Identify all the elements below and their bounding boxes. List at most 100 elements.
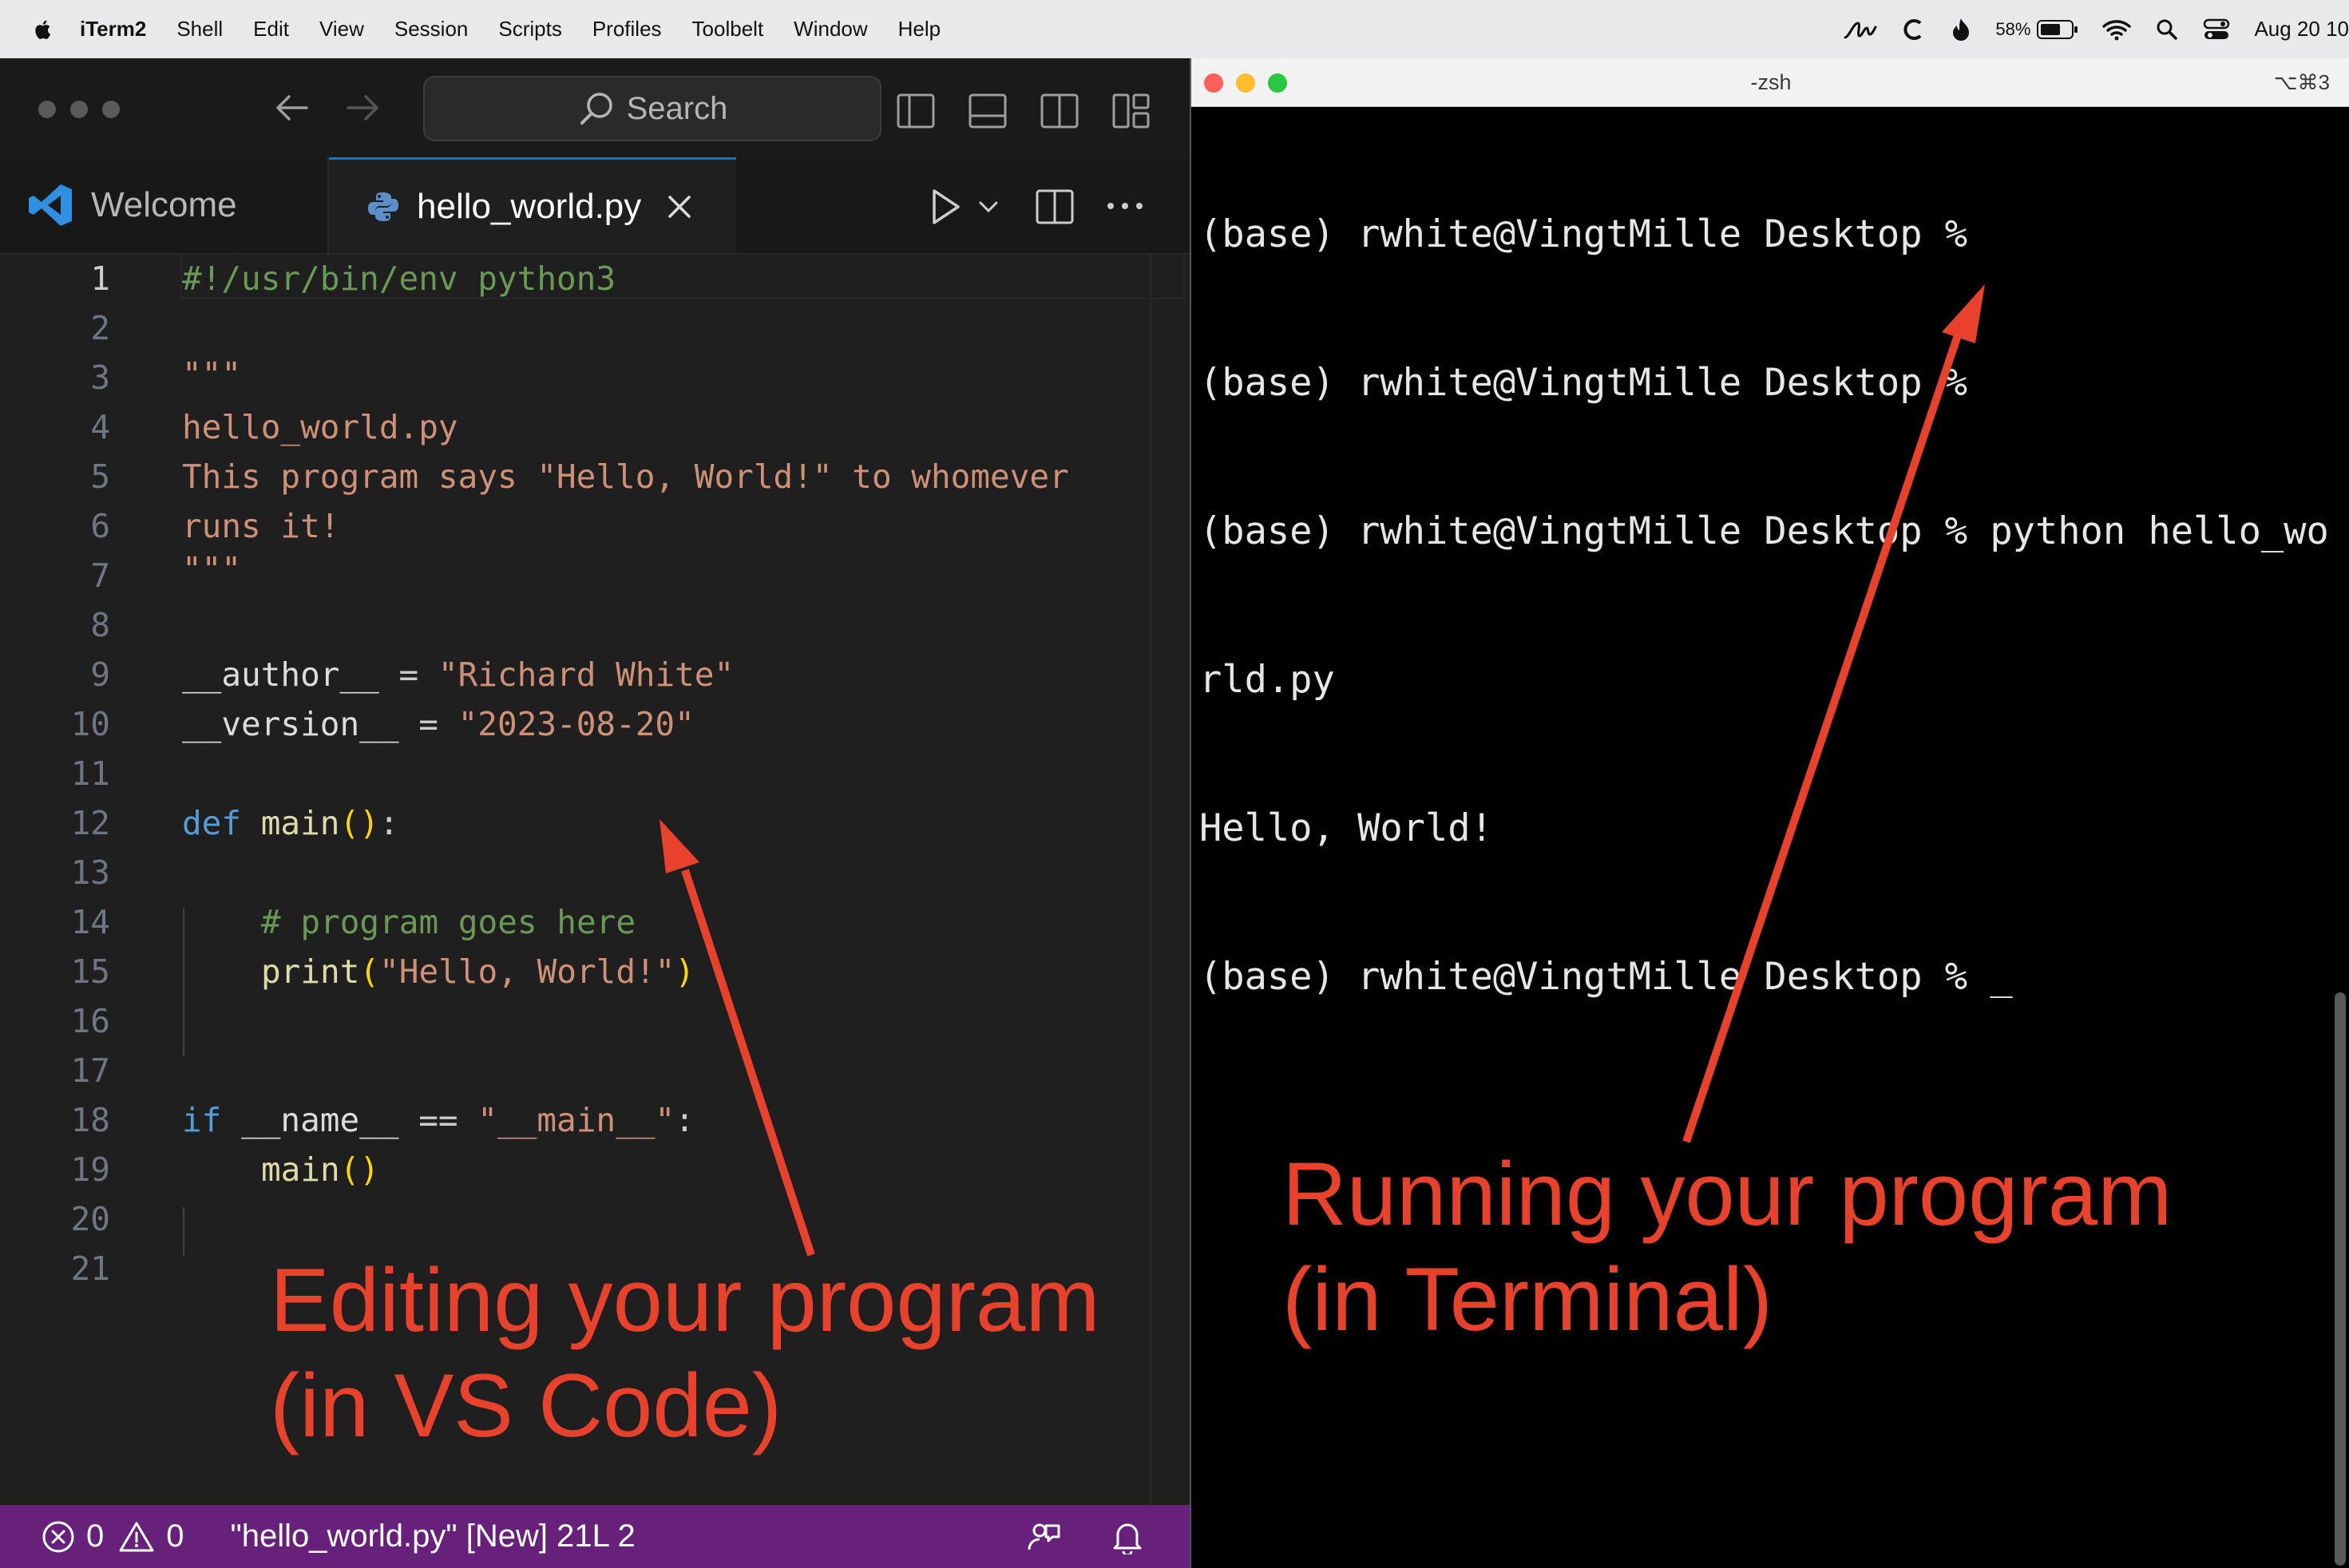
menubar-clock[interactable]: Aug 20 10 bbox=[2254, 17, 2349, 42]
notifications-bell-icon[interactable] bbox=[1111, 1519, 1143, 1554]
keyword: if bbox=[182, 1101, 222, 1139]
operator: == bbox=[398, 1101, 478, 1139]
menu-profiles[interactable]: Profiles bbox=[592, 17, 662, 42]
string-literal: "__main__" bbox=[477, 1101, 675, 1139]
minimize-window-button[interactable] bbox=[70, 101, 88, 118]
function-name: main bbox=[261, 1150, 340, 1189]
code-line: 16 bbox=[0, 996, 1150, 1045]
minimize-window-button[interactable] bbox=[1236, 73, 1255, 93]
line-number: 13 bbox=[70, 853, 110, 892]
warning-count[interactable]: 0 bbox=[166, 1519, 184, 1554]
error-icon[interactable] bbox=[42, 1520, 75, 1554]
string-literal: "Richard White" bbox=[438, 655, 735, 694]
code-line: 6 runs it! bbox=[0, 501, 1150, 550]
menu-bar: iTerm2 Shell Edit View Session Scripts P… bbox=[0, 0, 2349, 58]
run-dropdown-chevron-icon[interactable] bbox=[977, 199, 1000, 215]
more-actions-icon[interactable] bbox=[1105, 200, 1145, 212]
editor-scrollbar[interactable] bbox=[1150, 253, 1190, 1562]
code-text: runs it! bbox=[182, 507, 340, 545]
menu-scripts[interactable]: Scripts bbox=[498, 17, 561, 42]
line-number: 3 bbox=[90, 358, 110, 397]
code-line: 3 """ bbox=[0, 352, 1150, 402]
flame-icon[interactable] bbox=[1951, 17, 1971, 42]
code-text: __version__ = "2023-08-20" bbox=[182, 705, 695, 743]
code-line: 15 print("Hello, World!") bbox=[0, 946, 1150, 996]
command-center-search[interactable]: Search bbox=[423, 76, 881, 141]
parentheses: () bbox=[339, 804, 379, 842]
terminal-titlebar: -zsh ⌥⌘3 bbox=[1191, 58, 2349, 107]
battery-percentage: 58% bbox=[1995, 18, 2031, 39]
line-number: 2 bbox=[90, 309, 110, 347]
code-editor[interactable]: 1 #!/usr/bin/env python3 2 3 """ 4 hello… bbox=[0, 253, 1190, 1562]
apple-logo-icon[interactable] bbox=[30, 17, 56, 42]
c-app-icon[interactable] bbox=[1901, 17, 1927, 42]
code-text: This program says "Hello, World!" to who… bbox=[182, 457, 1069, 496]
code-line: 12 def main(): bbox=[0, 798, 1150, 847]
battery-icon[interactable] bbox=[2037, 19, 2078, 40]
accounts-feedback-icon[interactable] bbox=[1027, 1519, 1062, 1554]
zoom-window-button[interactable] bbox=[1268, 73, 1287, 93]
menu-iterm2[interactable]: iTerm2 bbox=[80, 17, 146, 42]
run-python-file-icon[interactable] bbox=[928, 188, 963, 226]
function-name: print bbox=[261, 952, 360, 991]
parentheses: () bbox=[339, 1150, 380, 1189]
vscode-titlebar: Search bbox=[0, 58, 1190, 159]
string-literal: "2023-08-20" bbox=[458, 705, 695, 743]
forward-arrow-icon[interactable] bbox=[343, 90, 383, 125]
name-variable: __name__ bbox=[241, 1101, 399, 1139]
line-number: 14 bbox=[70, 903, 110, 941]
error-count[interactable]: 0 bbox=[86, 1519, 104, 1554]
function-name: main bbox=[260, 804, 340, 842]
code-text: """ bbox=[182, 355, 242, 394]
line-number: 11 bbox=[70, 754, 110, 793]
operator: = bbox=[378, 655, 438, 694]
close-window-button[interactable] bbox=[38, 101, 56, 118]
toggle-secondary-sidebar-icon[interactable] bbox=[1040, 92, 1079, 130]
code-line: 14 # program goes here bbox=[0, 897, 1150, 946]
code-text: #!/usr/bin/env python3 bbox=[182, 259, 616, 298]
menu-shell[interactable]: Shell bbox=[176, 17, 223, 42]
line-number: 20 bbox=[70, 1200, 110, 1238]
code-line: 4 hello_world.py bbox=[0, 402, 1150, 451]
close-tab-icon[interactable] bbox=[665, 192, 694, 221]
menu-window[interactable]: Window bbox=[794, 17, 867, 42]
zoom-window-button[interactable] bbox=[102, 101, 120, 118]
menu-view[interactable]: View bbox=[319, 17, 364, 42]
status-bar: 0 0 "hello_world.py" [New] 21L 2 bbox=[0, 1505, 1190, 1568]
customize-layout-icon[interactable] bbox=[1111, 92, 1151, 130]
tab-hello-world-py[interactable]: hello_world.py bbox=[329, 157, 736, 253]
back-arrow-icon[interactable] bbox=[271, 90, 311, 125]
code-text: # program goes here bbox=[261, 903, 636, 941]
terminal-shortcut: ⌥⌘3 bbox=[2273, 70, 2330, 94]
menu-session[interactable]: Session bbox=[394, 17, 469, 42]
code-line: 11 bbox=[0, 748, 1150, 798]
code-text: def main(): bbox=[182, 804, 399, 842]
toggle-primary-sidebar-icon[interactable] bbox=[896, 92, 936, 130]
toggle-panel-icon[interactable] bbox=[968, 92, 1008, 130]
control-center-icon[interactable] bbox=[2203, 18, 2230, 42]
code-text: if __name__ == "__main__": bbox=[182, 1101, 695, 1139]
menu-help[interactable]: Help bbox=[898, 17, 941, 42]
spotlight-search-icon[interactable] bbox=[2155, 18, 2179, 42]
close-window-button[interactable] bbox=[1204, 73, 1223, 93]
version-variable: __version__ bbox=[182, 705, 399, 743]
code-line: 20 bbox=[0, 1194, 1150, 1243]
menu-extras: 58% Aug 20 10 bbox=[1842, 0, 2349, 58]
status-message: "hello_world.py" [New] 21L 2 bbox=[230, 1519, 636, 1554]
menu-toolbelt[interactable]: Toolbelt bbox=[692, 17, 764, 42]
vscode-window: Search Welcome hello_world.py 1 #!/usr/b… bbox=[0, 58, 1190, 1568]
menu-edit[interactable]: Edit bbox=[253, 17, 289, 42]
terminal-line: (base) rwhite@VingtMille Desktop % bbox=[1199, 361, 1968, 405]
terminal-scrollbar[interactable] bbox=[2335, 992, 2346, 1566]
warning-icon[interactable] bbox=[118, 1520, 155, 1554]
keyword: def bbox=[182, 804, 242, 842]
split-editor-icon[interactable] bbox=[1035, 188, 1075, 226]
signature-icon[interactable] bbox=[1842, 17, 1877, 42]
close-paren: ) bbox=[675, 952, 695, 991]
wifi-icon[interactable] bbox=[2102, 18, 2132, 41]
terminal-output[interactable]: (base) rwhite@VingtMille Desktop % (base… bbox=[1199, 111, 2329, 1101]
terminal-window: -zsh ⌥⌘3 (base) rwhite@VingtMille Deskto… bbox=[1190, 58, 2349, 1568]
code-text: print("Hello, World!") bbox=[261, 952, 695, 991]
code-line: 5 This program says "Hello, World!" to w… bbox=[0, 451, 1150, 501]
tab-welcome[interactable]: Welcome bbox=[0, 157, 329, 253]
